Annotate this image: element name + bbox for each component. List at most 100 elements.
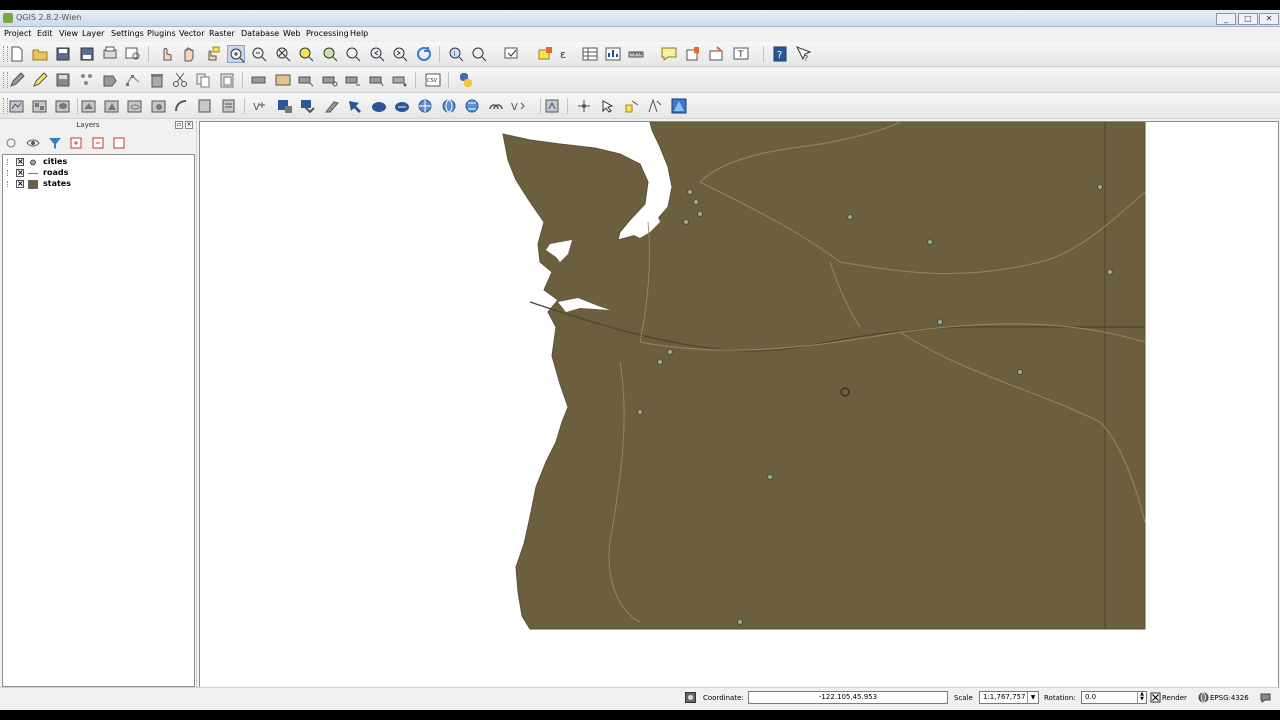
vector-tools-icon[interactable] <box>346 97 364 115</box>
rotation-spinbox[interactable]: 0.0 ▲ ▼ <box>1081 691 1147 704</box>
print-composer-icon[interactable] <box>101 45 119 63</box>
save-as-icon[interactable] <box>78 45 96 63</box>
road-graph-icon[interactable] <box>543 97 561 115</box>
add-group-icon[interactable] <box>2 134 20 152</box>
wfs-2-icon[interactable] <box>416 97 434 115</box>
add-raster-icon[interactable] <box>31 97 49 115</box>
move-feature-icon[interactable] <box>101 71 119 89</box>
georeferencer-icon[interactable] <box>299 97 317 115</box>
gps-icon[interactable]: V <box>510 97 528 115</box>
new-shapefile-icon[interactable]: V <box>252 97 270 115</box>
layer-item-roads[interactable]: × roads <box>7 168 187 179</box>
layer-item-states[interactable]: × states <box>7 179 187 190</box>
menu-raster[interactable]: Raster <box>209 29 235 38</box>
add-postgis-icon[interactable] <box>54 97 72 115</box>
close-button[interactable]: ✕ <box>1259 13 1279 25</box>
label-change-icon[interactable] <box>344 71 362 89</box>
measure-icon[interactable] <box>628 45 646 63</box>
save-edits-icon[interactable] <box>54 71 72 89</box>
crs-globe-icon[interactable] <box>1198 692 1209 703</box>
add-oracle-icon[interactable] <box>126 97 144 115</box>
zoom-in-icon[interactable] <box>227 45 245 63</box>
menu-project[interactable]: Project <box>4 29 31 38</box>
layer-visibility-checkbox[interactable]: × <box>16 180 24 188</box>
add-spatialite-icon[interactable] <box>80 97 98 115</box>
crs-label[interactable]: EPSG:4326 <box>1210 694 1249 702</box>
maximize-button[interactable]: □ <box>1238 13 1258 25</box>
zoom-out-icon[interactable] <box>250 45 268 63</box>
open-project-icon[interactable] <box>31 45 49 63</box>
refresh-icon[interactable] <box>415 45 433 63</box>
identify-icon[interactable]: i <box>447 45 465 63</box>
menu-database[interactable]: Database <box>241 29 279 38</box>
label-move-icon[interactable] <box>297 71 315 89</box>
zoom-full-icon[interactable] <box>274 45 292 63</box>
layer-item-cities[interactable]: × cities <box>7 157 187 168</box>
qgis-cloud-icon[interactable] <box>599 97 617 115</box>
whats-this-icon[interactable]: ? <box>794 45 812 63</box>
zoom-to-layer-icon[interactable] <box>321 45 339 63</box>
menu-layer[interactable]: Layer <box>82 29 104 38</box>
menu-plugins[interactable]: Plugins <box>147 29 176 38</box>
label-show-icon[interactable] <box>274 71 292 89</box>
deselect-icon[interactable] <box>536 45 554 63</box>
layer-visibility-checkbox[interactable]: × <box>16 158 24 166</box>
field-calculator-icon[interactable]: ε <box>558 45 576 63</box>
add-feature-icon[interactable] <box>78 71 96 89</box>
label-pin-icon[interactable] <box>250 71 268 89</box>
map-canvas[interactable] <box>199 121 1279 688</box>
add-wcs-icon[interactable] <box>173 97 191 115</box>
coordinate-toggle-icon[interactable] <box>685 692 696 703</box>
pan-to-selection-icon[interactable] <box>203 45 221 63</box>
composer-manager-icon[interactable] <box>124 45 142 63</box>
coordinate-field[interactable]: -122.105,45.953 <box>748 691 948 704</box>
help-icon[interactable]: ? <box>771 45 789 63</box>
copy-features-icon[interactable] <box>194 71 212 89</box>
menu-edit[interactable]: Edit <box>37 29 53 38</box>
cut-features-icon[interactable] <box>171 71 189 89</box>
annotation-icon[interactable] <box>707 45 725 63</box>
render-checkbox[interactable] <box>1150 692 1161 703</box>
osm-icon[interactable] <box>393 97 411 115</box>
menu-settings[interactable]: Settings <box>111 29 144 38</box>
zoom-next-icon[interactable] <box>391 45 409 63</box>
manage-visibility-icon[interactable] <box>24 134 42 152</box>
add-delimited-icon[interactable] <box>220 97 238 115</box>
zoom-native-icon[interactable] <box>344 45 362 63</box>
paste-features-icon[interactable] <box>218 71 236 89</box>
panel-close-button[interactable]: × <box>185 121 193 129</box>
filter-legend-icon[interactable] <box>46 134 64 152</box>
messages-icon[interactable] <box>1260 692 1271 703</box>
map-render[interactable] <box>200 122 1278 687</box>
touch-zoom-icon[interactable] <box>157 45 175 63</box>
collapse-all-icon[interactable] <box>89 134 107 152</box>
toggle-editing-icon[interactable] <box>31 71 49 89</box>
attribute-table-icon[interactable] <box>581 45 599 63</box>
panel-float-button[interactable]: ▫ <box>175 121 183 129</box>
select-by-expression-icon[interactable] <box>503 45 521 63</box>
minimize-button[interactable]: _ <box>1216 13 1236 25</box>
expand-all-icon[interactable] <box>67 134 85 152</box>
new-spatialite-icon[interactable] <box>276 97 294 115</box>
remove-layer-icon[interactable] <box>110 134 128 152</box>
select-features-icon[interactable] <box>470 45 488 63</box>
add-mssql-icon[interactable] <box>103 97 121 115</box>
geoprocessing-icon[interactable] <box>323 97 341 115</box>
layer-topology-icon[interactable] <box>670 97 688 115</box>
add-csv-icon[interactable]: CSV <box>424 71 442 89</box>
label-highlight-icon[interactable] <box>368 71 386 89</box>
openlayers-icon[interactable] <box>440 97 458 115</box>
pan-icon[interactable] <box>180 45 198 63</box>
spatial-query-icon[interactable] <box>575 97 593 115</box>
globe-icon[interactable] <box>370 97 388 115</box>
statistics-icon[interactable] <box>604 45 622 63</box>
new-project-icon[interactable] <box>8 45 26 63</box>
spin-arrows-icon[interactable]: ▲ ▼ <box>1137 692 1146 703</box>
node-tool-icon[interactable] <box>124 71 142 89</box>
delete-selected-icon[interactable] <box>148 71 166 89</box>
save-project-icon[interactable] <box>54 45 72 63</box>
processing-toolbox-icon[interactable] <box>487 97 505 115</box>
menu-help[interactable]: Help <box>350 29 368 38</box>
menu-processing[interactable]: Processing <box>306 29 349 38</box>
label-rotate-icon[interactable] <box>321 71 339 89</box>
